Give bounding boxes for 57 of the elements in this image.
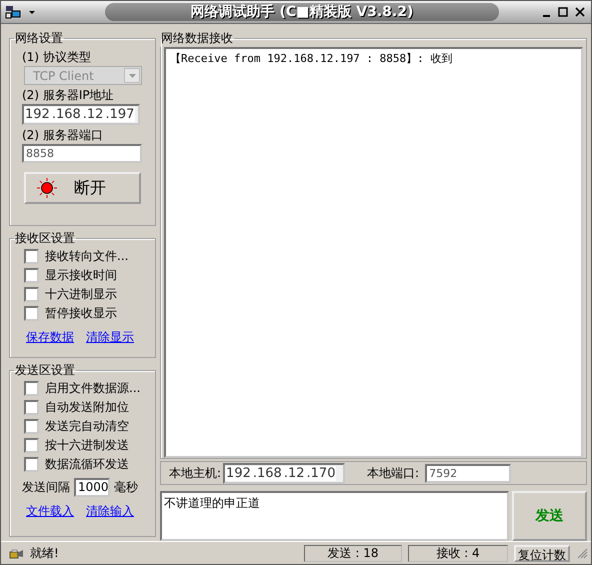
unit-label: 毫秒 xyxy=(114,479,138,496)
close-icon xyxy=(575,7,585,17)
checkbox[interactable] xyxy=(24,419,39,434)
checkbox[interactable] xyxy=(24,287,39,302)
checkbox[interactable] xyxy=(24,306,39,321)
link[interactable]: 保存数据 xyxy=(26,329,74,346)
checkbox-label[interactable]: 十六进制显示 xyxy=(45,286,117,303)
checkbox-label[interactable]: 数据流循环发送 xyxy=(45,456,129,473)
field-label: (1) 协议类型 xyxy=(21,50,92,64)
group-title: 发送区设置 xyxy=(14,362,76,379)
minimize-icon xyxy=(542,15,550,17)
indicator-light-icon xyxy=(36,177,58,199)
send-input[interactable]: 不讲道理的申正道 xyxy=(160,491,509,541)
link[interactable]: 清除输入 xyxy=(86,503,134,520)
group-title: 接收区设置 xyxy=(14,230,76,247)
checkbox[interactable] xyxy=(24,438,39,453)
checkbox[interactable] xyxy=(24,268,39,283)
sent-count: 发送 : 18 xyxy=(304,544,402,562)
local-host-label: 本地主机: xyxy=(169,464,222,482)
close-button[interactable] xyxy=(573,5,587,19)
resize-grip-icon xyxy=(576,547,588,559)
local-ip-field[interactable]: 192.168.12.170 xyxy=(223,462,346,484)
reset-count-button[interactable]: 复位计数 xyxy=(514,544,570,562)
checkbox-label[interactable]: 自动发送附加位 xyxy=(45,399,129,416)
checkbox[interactable] xyxy=(24,381,39,396)
dropdown-arrow-icon xyxy=(128,74,136,78)
link[interactable]: 文件载入 xyxy=(26,503,74,520)
window-title: 网络调试助手 (C■精装版 V3.8.2) xyxy=(105,3,499,21)
checkbox-label[interactable]: 显示接收时间 xyxy=(45,267,117,284)
maximize-icon xyxy=(558,7,568,17)
checkbox-label[interactable]: 暂停接收显示 xyxy=(45,305,117,322)
local-port-label: 本地端口: xyxy=(367,464,420,482)
status-message: 就绪! xyxy=(30,544,60,562)
field-label: (2) 服务器IP地址 xyxy=(21,88,115,102)
ip-address-field[interactable]: 192.168.12.197 xyxy=(22,104,140,125)
port-field[interactable]: 8858 xyxy=(22,144,142,163)
group-title: 网络数据接收 xyxy=(160,30,234,47)
field-label: (2) 服务器端口 xyxy=(21,128,104,142)
checkbox-label[interactable]: 启用文件数据源... xyxy=(45,380,140,397)
checkbox-label[interactable]: 接收转向文件... xyxy=(45,248,128,265)
maximize-button[interactable] xyxy=(556,5,570,19)
disconnect-button[interactable]: 断开 xyxy=(24,172,141,204)
local-port-field[interactable]: 7592 xyxy=(425,464,512,482)
received-message: 【Receive from 192.168.12.197 : 8858】: 收到 xyxy=(170,51,454,66)
checkbox-label[interactable]: 按十六进制发送 xyxy=(45,437,129,454)
received-count: 接收 : 4 xyxy=(408,544,508,562)
receive-text-area[interactable]: 【Receive from 192.168.12.197 : 8858】: 收到 xyxy=(164,47,583,458)
interval-field[interactable]: 1000 xyxy=(74,478,110,497)
checkbox[interactable] xyxy=(24,249,39,264)
checkbox-label[interactable]: 发送完自动清空 xyxy=(45,418,129,435)
interval-label: 发送间隔 xyxy=(22,479,70,496)
link[interactable]: 清除显示 xyxy=(86,329,134,346)
checkbox[interactable] xyxy=(24,400,39,415)
group-title: 网络设置 xyxy=(14,30,64,47)
caret-icon xyxy=(29,10,35,14)
network-icon xyxy=(5,5,21,19)
checkbox[interactable] xyxy=(24,457,39,472)
